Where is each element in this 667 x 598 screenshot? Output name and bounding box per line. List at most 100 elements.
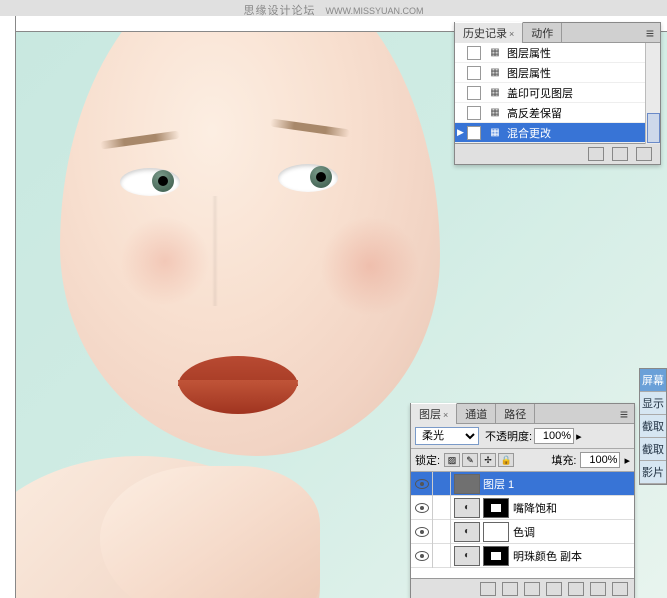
layer-row[interactable]: ◐ 明珠颜色 副本 bbox=[411, 544, 634, 568]
lock-pixels-icon[interactable]: ✎ bbox=[462, 453, 478, 467]
history-item[interactable]: ▦ 高反差保留 bbox=[455, 103, 660, 123]
history-item[interactable]: ▦ 图层属性 bbox=[455, 63, 660, 83]
eye-icon bbox=[415, 479, 429, 489]
tab-layers[interactable]: 图层× bbox=[411, 403, 457, 424]
history-label: 盖印可见图层 bbox=[507, 85, 573, 101]
close-icon[interactable]: × bbox=[509, 29, 514, 39]
folder-icon[interactable] bbox=[568, 582, 584, 596]
lock-position-icon[interactable]: ✢ bbox=[480, 453, 496, 467]
history-snapshot-checkbox[interactable] bbox=[467, 46, 481, 60]
visibility-toggle[interactable] bbox=[411, 520, 433, 544]
layer-name: 明珠颜色 副本 bbox=[513, 548, 582, 564]
history-snapshot-checkbox[interactable] bbox=[467, 86, 481, 100]
stamp-icon: ▦ bbox=[487, 86, 503, 100]
layer-thumbnail[interactable] bbox=[454, 474, 480, 494]
link-col[interactable] bbox=[433, 544, 451, 568]
mask-thumbnail[interactable] bbox=[483, 546, 509, 566]
docked-panel-tab[interactable]: 显示 bbox=[640, 392, 666, 415]
docked-panel-tab[interactable]: 影片 bbox=[640, 461, 666, 484]
visibility-toggle[interactable] bbox=[411, 544, 433, 568]
visibility-toggle[interactable] bbox=[411, 472, 433, 496]
current-step-arrow-icon: ▶ bbox=[457, 127, 467, 138]
layers-tabs: 图层× 通道 路径 bbox=[411, 404, 634, 424]
history-footer bbox=[455, 143, 660, 164]
history-item[interactable]: ▦ 盖印可见图层 bbox=[455, 83, 660, 103]
history-snapshot-checkbox[interactable] bbox=[467, 126, 481, 140]
fx-icon[interactable] bbox=[502, 582, 518, 596]
blend-mode-select[interactable]: 柔光 bbox=[415, 427, 479, 445]
fill-input[interactable] bbox=[580, 452, 620, 468]
new-layer-icon[interactable] bbox=[590, 582, 606, 596]
link-col[interactable] bbox=[433, 520, 451, 544]
history-item[interactable]: ▶ ▦ 混合更改 bbox=[455, 123, 660, 143]
fill-arrow-icon[interactable]: ▸ bbox=[624, 454, 630, 467]
opacity-label: 不透明度: bbox=[485, 428, 532, 444]
history-label: 混合更改 bbox=[507, 125, 551, 141]
adjustment-icon[interactable]: ◐ bbox=[454, 498, 480, 518]
trash-icon[interactable] bbox=[612, 582, 628, 596]
history-tabs: 历史记录× 动作 bbox=[455, 23, 660, 43]
scrollbar[interactable] bbox=[645, 43, 660, 144]
tab-actions[interactable]: 动作 bbox=[523, 23, 562, 43]
scroll-thumb[interactable] bbox=[647, 113, 660, 143]
layer-icon: ▦ bbox=[487, 66, 503, 80]
link-icon[interactable] bbox=[480, 582, 496, 596]
layer-name: 嘴降饱和 bbox=[513, 500, 557, 516]
docked-panels: 屏幕 显示 截取 截取 影片 bbox=[639, 368, 667, 485]
trash-icon[interactable] bbox=[636, 147, 652, 161]
layer-row[interactable]: ◐ 嘴降饱和 bbox=[411, 496, 634, 520]
stamp-icon: ▦ bbox=[487, 106, 503, 120]
layers-panel: 图层× 通道 路径 柔光 不透明度: ▸ 锁定: ▨ ✎ ✢ 🔒 填充: ▸ 图… bbox=[410, 403, 635, 598]
adjust-icon[interactable] bbox=[546, 582, 562, 596]
docked-panel-tab[interactable]: 屏幕 bbox=[640, 369, 666, 392]
history-snapshot-checkbox[interactable] bbox=[467, 106, 481, 120]
new-doc-from-state-icon[interactable] bbox=[588, 147, 604, 161]
close-icon[interactable]: × bbox=[443, 410, 448, 420]
mask-thumbnail[interactable] bbox=[483, 498, 509, 518]
layer-row[interactable]: ◐ 色调 bbox=[411, 520, 634, 544]
lock-all-icon[interactable]: 🔒 bbox=[498, 453, 514, 467]
history-label: 图层属性 bbox=[507, 65, 551, 81]
layers-footer bbox=[411, 578, 634, 598]
watermark-url: WWW.MISSYUAN.COM bbox=[326, 6, 424, 16]
tab-history[interactable]: 历史记录× bbox=[455, 22, 523, 43]
layer-list: 图层 1 ◐ 嘴降饱和 ◐ 色调 ◐ 明珠颜色 副本 bbox=[411, 472, 634, 578]
lock-row: 锁定: ▨ ✎ ✢ 🔒 填充: ▸ bbox=[411, 449, 634, 472]
mask-thumbnail[interactable] bbox=[483, 522, 509, 542]
layer-name: 图层 1 bbox=[483, 476, 514, 492]
docked-panel-tab[interactable]: 截取 bbox=[640, 415, 666, 438]
stamp-icon: ▦ bbox=[487, 126, 503, 140]
visibility-toggle[interactable] bbox=[411, 496, 433, 520]
layer-row[interactable]: 图层 1 bbox=[411, 472, 634, 496]
mask-icon[interactable] bbox=[524, 582, 540, 596]
fill-label: 填充: bbox=[551, 452, 576, 468]
lock-transparent-icon[interactable]: ▨ bbox=[444, 453, 460, 467]
layer-name: 色调 bbox=[513, 524, 535, 540]
link-col[interactable] bbox=[433, 472, 451, 496]
eye-icon bbox=[415, 527, 429, 537]
docked-panel-tab[interactable]: 截取 bbox=[640, 438, 666, 461]
history-snapshot-checkbox[interactable] bbox=[467, 66, 481, 80]
panel-menu-icon[interactable] bbox=[640, 25, 660, 41]
ruler-vertical[interactable] bbox=[0, 16, 16, 598]
eye-icon bbox=[415, 551, 429, 561]
portrait-image bbox=[0, 16, 460, 598]
eye-icon bbox=[415, 503, 429, 513]
history-item[interactable]: ▦ 图层属性 bbox=[455, 43, 660, 63]
adjustment-icon[interactable]: ◐ bbox=[454, 522, 480, 542]
panel-menu-icon[interactable] bbox=[614, 406, 634, 422]
history-label: 图层属性 bbox=[507, 45, 551, 61]
layer-icon: ▦ bbox=[487, 46, 503, 60]
history-panel: 历史记录× 动作 ▦ 图层属性 ▦ 图层属性 ▦ 盖印可见图层 ▦ 高反差保留 … bbox=[454, 22, 661, 165]
history-label: 高反差保留 bbox=[507, 105, 562, 121]
tab-paths[interactable]: 路径 bbox=[496, 404, 535, 424]
snapshot-icon[interactable] bbox=[612, 147, 628, 161]
tab-channels[interactable]: 通道 bbox=[457, 404, 496, 424]
opacity-arrow-icon[interactable]: ▸ bbox=[576, 430, 582, 443]
opacity-input[interactable] bbox=[534, 428, 574, 444]
lock-label: 锁定: bbox=[415, 452, 440, 468]
link-col[interactable] bbox=[433, 496, 451, 520]
adjustment-icon[interactable]: ◐ bbox=[454, 546, 480, 566]
layer-controls: 柔光 不透明度: ▸ bbox=[411, 424, 634, 449]
history-list: ▦ 图层属性 ▦ 图层属性 ▦ 盖印可见图层 ▦ 高反差保留 ▶ ▦ 混合更改 bbox=[455, 43, 660, 143]
